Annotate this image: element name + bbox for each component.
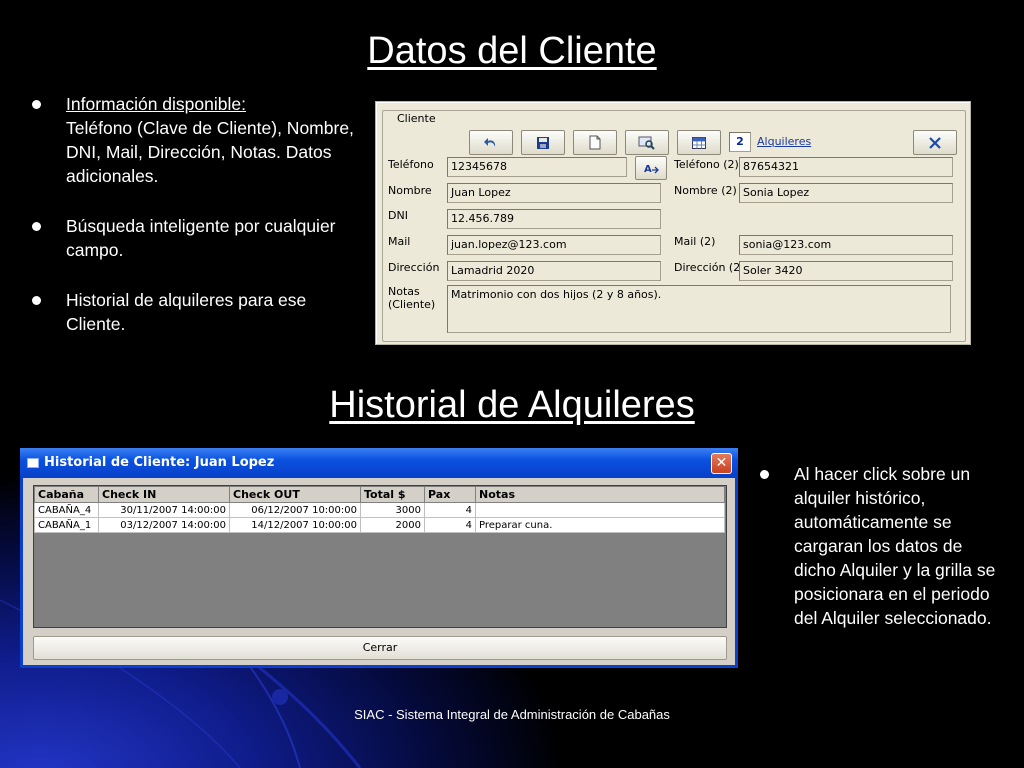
cell-check-in: 30/11/2007 14:00:00: [98, 502, 230, 518]
window-app-icon: [27, 458, 39, 468]
cerrar-button[interactable]: Cerrar: [33, 636, 727, 660]
client-groupbox: Cliente 2 Alquileres Teléfono 12345678 A…: [382, 110, 966, 342]
column-header-check-out[interactable]: Check OUT: [229, 486, 361, 503]
cell-check-out: 06/12/2007 10:00:00: [229, 502, 361, 518]
save-icon: [537, 136, 549, 149]
history-window: Historial de Cliente: Juan Lopez ✕ Cabañ…: [20, 448, 738, 668]
new-document-icon: [589, 135, 601, 150]
bullet-item: Búsqueda inteligente por cualquier campo…: [28, 214, 358, 262]
history-table: Cabaña Check IN Check OUT Total $ Pax No…: [34, 486, 725, 533]
nombre-field[interactable]: Juan Lopez: [447, 183, 661, 203]
cell-notas: [475, 502, 725, 518]
cell-pax: 4: [424, 502, 476, 518]
telefono2-label: Teléfono (2): [674, 158, 739, 171]
search-phone-button[interactable]: A: [635, 156, 667, 180]
telefono-label: Teléfono: [388, 158, 434, 171]
mail2-field[interactable]: sonia@123.com: [739, 235, 953, 255]
close-form-button[interactable]: [913, 130, 957, 155]
bullet-dot: [760, 470, 769, 479]
client-group-label: Cliente: [395, 112, 438, 125]
column-header-notas[interactable]: Notas: [475, 486, 725, 503]
undo-icon: [484, 137, 496, 147]
mail-field[interactable]: juan.lopez@123.com: [447, 235, 661, 255]
direccion2-field[interactable]: Soler 3420: [739, 261, 953, 281]
slide-title-historial: Historial de Alquileres: [329, 384, 695, 426]
undo-button[interactable]: [469, 130, 513, 155]
bullet-item: Historial de alquileres para ese Cliente…: [28, 288, 358, 336]
bullet-item: Información disponible: Teléfono (Clave d…: [28, 92, 358, 188]
cell-check-out: 14/12/2007 10:00:00: [229, 517, 361, 533]
new-document-button[interactable]: [573, 130, 617, 155]
grid-button[interactable]: [677, 130, 721, 155]
direccion-field[interactable]: Lamadrid 2020: [447, 261, 661, 281]
column-header-check-in[interactable]: Check IN: [98, 486, 230, 503]
bullet-dot: [32, 100, 41, 109]
nombre2-field[interactable]: Sonia Lopez: [739, 183, 953, 203]
direccion2-label: Dirección (2): [674, 261, 745, 274]
bullet-text: Búsqueda inteligente por cualquier campo…: [66, 216, 336, 260]
table-row[interactable]: CABAÑA_1 03/12/2007 14:00:00 14/12/2007 …: [34, 517, 725, 533]
bullet-dot: [32, 222, 41, 231]
bullet-text: Historial de alquileres para ese Cliente…: [66, 290, 307, 334]
bullet-text: Al hacer click sobre un alquiler históri…: [794, 464, 996, 628]
dni-label: DNI: [388, 209, 408, 222]
client-form-window: Cliente 2 Alquileres Teléfono 12345678 A…: [375, 101, 971, 345]
binoculars-icon: A: [644, 164, 659, 175]
window-close-button[interactable]: ✕: [711, 453, 732, 474]
save-button[interactable]: [521, 130, 565, 155]
right-bullet-list: Al hacer click sobre un alquiler históri…: [756, 462, 996, 656]
cell-cabana: CABAÑA_1: [34, 517, 99, 533]
cell-check-in: 03/12/2007 14:00:00: [98, 517, 230, 533]
history-grid: Cabaña Check IN Check OUT Total $ Pax No…: [33, 485, 727, 628]
mail-label: Mail: [388, 235, 411, 248]
bullet-item: Al hacer click sobre un alquiler históri…: [756, 462, 996, 630]
slide-title-datos-cliente: Datos del Cliente: [367, 30, 657, 72]
grid-icon: [692, 136, 706, 149]
history-window-title: Historial de Cliente: Juan Lopez: [44, 455, 275, 470]
direccion-label: Dirección: [388, 261, 440, 274]
search-button[interactable]: [625, 130, 669, 155]
table-row[interactable]: CABAÑA_4 30/11/2007 14:00:00 06/12/2007 …: [34, 502, 725, 518]
close-icon: [929, 136, 941, 149]
close-x-icon: ✕: [715, 455, 728, 471]
notas-textarea[interactable]: Matrimonio con dos hijos (2 y 8 años).: [447, 285, 951, 333]
column-header-pax[interactable]: Pax: [424, 486, 476, 503]
cell-notas: Preparar cuna.: [475, 517, 725, 533]
notas-label: Notas (Cliente): [388, 285, 436, 311]
cell-total: 2000: [360, 517, 425, 533]
bullet-text: Teléfono (Clave de Cliente), Nombre, DNI…: [66, 118, 354, 186]
column-header-total[interactable]: Total $: [360, 486, 425, 503]
slide-footer: SIAC - Sistema Integral de Administració…: [354, 707, 670, 722]
cell-cabana: CABAÑA_4: [34, 502, 99, 518]
dni-field[interactable]: 12.456.789: [447, 209, 661, 229]
nombre-label: Nombre: [388, 184, 432, 197]
history-titlebar: Historial de Cliente: Juan Lopez ✕: [20, 448, 738, 478]
svg-text:A: A: [644, 164, 652, 175]
alquileres-link[interactable]: Alquileres: [757, 135, 811, 148]
telefono2-field[interactable]: 87654321: [739, 157, 953, 177]
cell-pax: 4: [424, 517, 476, 533]
cell-total: 3000: [360, 502, 425, 518]
left-bullet-list: Información disponible: Teléfono (Clave d…: [28, 92, 358, 362]
mail2-label: Mail (2): [674, 235, 716, 248]
search-icon: [638, 136, 655, 150]
bullet-dot: [32, 296, 41, 305]
nombre2-label: Nombre (2): [674, 184, 737, 197]
table-header-row: Cabaña Check IN Check OUT Total $ Pax No…: [34, 486, 725, 503]
rental-count-field: 2: [729, 132, 751, 152]
bullet-heading: Información disponible:: [66, 94, 246, 114]
column-header-cabana[interactable]: Cabaña: [34, 486, 99, 503]
telefono-field[interactable]: 12345678: [447, 157, 627, 177]
